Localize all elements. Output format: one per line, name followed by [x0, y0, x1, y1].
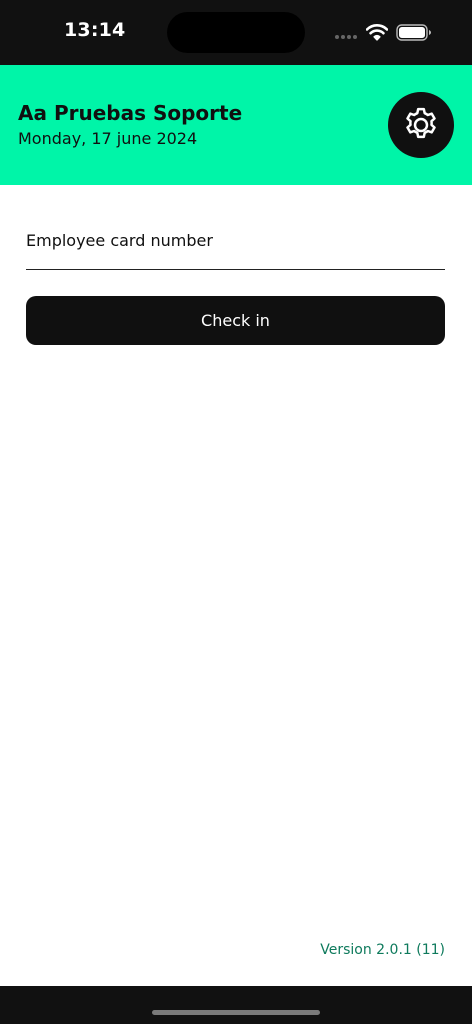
- app-header: Aa Pruebas Soporte Monday, 17 june 2024: [0, 65, 472, 185]
- employee-card-input[interactable]: [26, 222, 445, 269]
- battery-icon: [396, 24, 431, 41]
- current-date: Monday, 17 june 2024: [18, 129, 198, 148]
- settings-button[interactable]: [388, 92, 454, 158]
- gear-icon: [406, 107, 436, 139]
- dynamic-island: [167, 12, 305, 53]
- app-screen: 13:14 Aa Pruebas Soporte Monday, 17 june…: [0, 0, 472, 1024]
- home-bar-area: [0, 986, 472, 1024]
- organization-title: Aa Pruebas Soporte: [18, 101, 243, 125]
- status-bar: 13:14: [0, 0, 472, 65]
- status-time: 13:14: [64, 19, 126, 41]
- cellular-icon: [335, 35, 359, 40]
- check-in-button[interactable]: Check in: [26, 296, 445, 345]
- employee-card-field: [26, 222, 445, 270]
- app-version: Version 2.0.1 (11): [320, 942, 445, 958]
- home-indicator[interactable]: [152, 1010, 320, 1015]
- wifi-icon: [366, 24, 388, 41]
